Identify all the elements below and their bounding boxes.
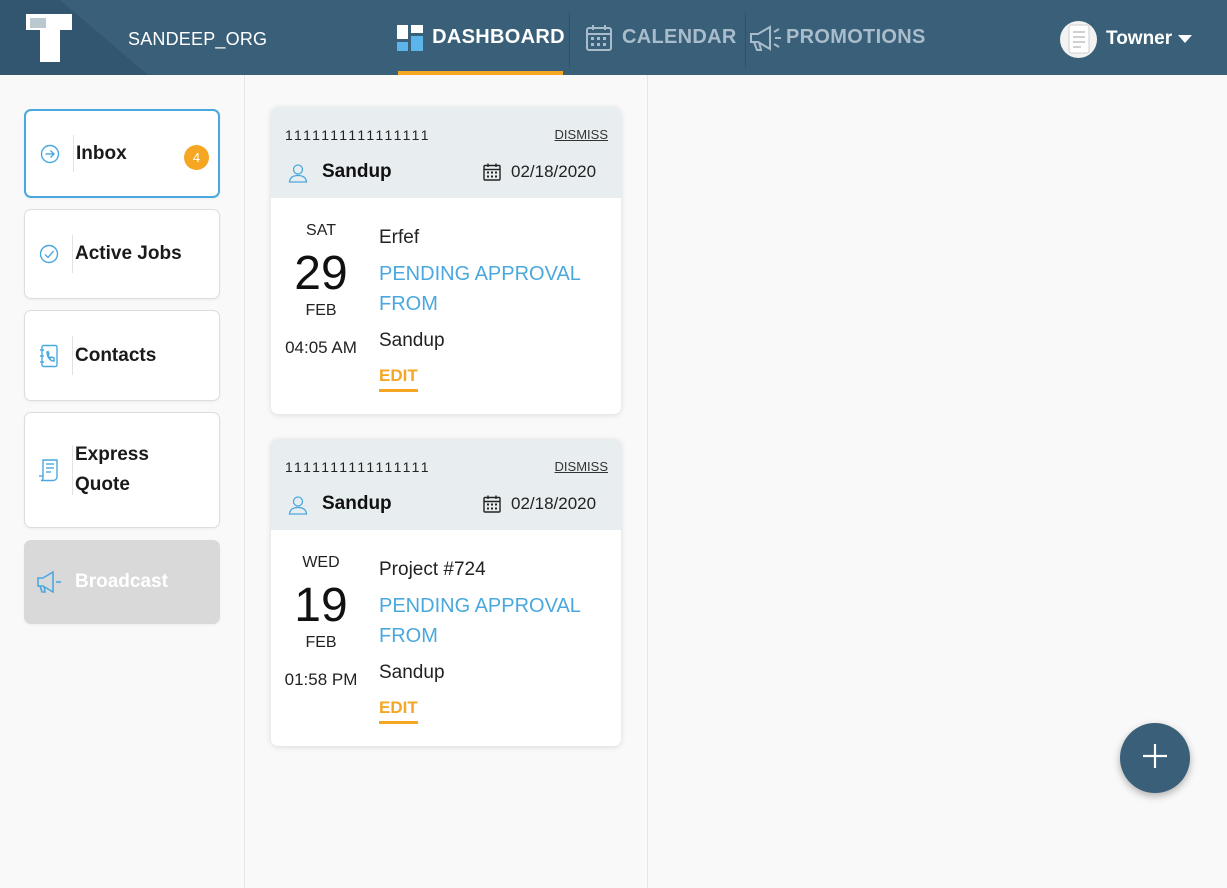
day-of-week: SAT [306,222,336,239]
app-logo[interactable] [0,0,148,75]
top-navigation-bar: SANDEEP_ORG DASHBOARD CALENDAR PROMOTION… [0,0,1227,75]
day-of-week: WED [302,554,340,571]
requester-name: Sandup [379,330,445,351]
card-header: 1111111111111111 DISMISS Sandup 02/18/20… [271,107,621,198]
job-title: Erfef [379,227,420,248]
sidebar-item-label: Broadcast [75,571,168,592]
card-header: 1111111111111111 DISMISS Sandup 02/18/20… [271,439,621,530]
job-title: Project #724 [379,559,486,580]
sender-name: Sandup [322,493,392,514]
sidebar-item-label: Contacts [75,344,157,366]
card-date: 02/18/2020 [511,494,597,513]
tab-calendar[interactable]: CALENDAR [584,0,737,75]
day-number: 19 [294,579,348,632]
plus-icon [1141,742,1169,775]
card-body: SAT 29 FEB 04:05 AM Erfef PENDING APPROV… [271,198,621,414]
sidebar-item-broadcast: Broadcast [24,540,220,624]
tab-dashboard[interactable]: DASHBOARD [396,0,565,75]
user-name: Towner [1106,28,1173,49]
sidebar-item-active-jobs[interactable]: Active Jobs [24,209,220,299]
user-menu[interactable]: Towner [1060,20,1193,58]
inbox-list: 1111111111111111 DISMISS Sandup 02/18/20… [245,75,648,888]
time: 01:58 PM [284,670,358,689]
avatar [1060,20,1097,58]
card-body: WED 19 FEB 01:58 PM Project #724 PENDING… [271,530,621,746]
calendar-icon [483,163,501,186]
tab-dashboard-label: DASHBOARD [432,26,565,48]
calendar-icon [584,23,614,53]
inbox-card: 1111111111111111 DISMISS Sandup 02/18/20… [271,439,621,746]
tab-promotions[interactable]: PROMOTIONS [748,0,926,75]
org-name: SANDEEP_ORG [128,29,268,49]
calendar-icon [483,495,501,518]
sidebar-item-label: Express Quote [75,444,149,495]
edit-button[interactable]: EDIT [379,698,418,724]
tab-divider [745,13,746,68]
sender-name: Sandup [322,161,392,182]
tab-divider [569,13,570,68]
card-date: 02/18/2020 [511,162,597,181]
sidebar-item-label: Active Jobs [75,243,182,264]
requester-name: Sandup [379,662,445,683]
dismiss-link[interactable]: DISMISS [555,127,608,142]
edit-button[interactable]: EDIT [379,366,418,392]
day-number: 29 [294,247,348,300]
sidebar-item-contacts[interactable]: Contacts [24,310,220,401]
inbox-card: 1111111111111111 DISMISS Sandup 02/18/20… [271,107,621,414]
quote-document-icon [25,413,73,527]
megaphone-icon [748,23,782,53]
tab-promotions-label: PROMOTIONS [786,26,926,48]
unread-count-badge: 4 [184,145,209,170]
address-book-icon [25,311,73,400]
person-icon [288,495,308,520]
tab-calendar-label: CALENDAR [622,26,737,48]
arrow-circle-icon [26,111,74,196]
dismiss-link[interactable]: DISMISS [555,459,608,474]
person-icon [288,163,308,188]
dashboard-icon [396,23,424,53]
sidebar: Inbox 4 Active Jobs Contacts Express Quo… [0,75,245,888]
megaphone-icon [25,541,73,623]
status-text: PENDING APPROVAL FROM [379,263,581,315]
time: 04:05 AM [285,338,357,357]
card-id: 1111111111111111 [285,127,431,143]
sidebar-item-express-quote[interactable]: Express Quote [24,412,220,528]
card-id: 1111111111111111 [285,459,431,475]
add-button[interactable] [1120,723,1190,793]
sidebar-item-inbox[interactable]: Inbox 4 [24,109,220,198]
chevron-down-icon [1178,35,1193,43]
month: FEB [305,634,337,651]
status-text: PENDING APPROVAL FROM [379,595,581,647]
check-circle-icon [25,210,73,298]
sidebar-item-label: Inbox [76,142,127,164]
month: FEB [305,302,337,319]
